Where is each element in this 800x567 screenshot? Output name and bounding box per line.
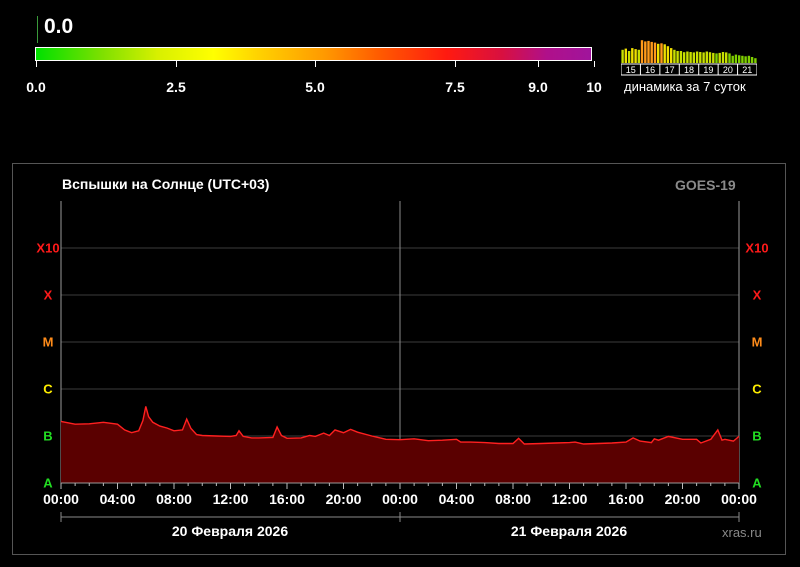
x-tick-label: 00:00 [43, 491, 79, 507]
class-label-right: B [752, 429, 761, 444]
class-label-left: M [43, 335, 54, 350]
class-label-left: X [44, 288, 53, 303]
class-label-left: C [43, 382, 53, 397]
x-tick-label: 08:00 [495, 491, 531, 507]
class-label-left: X10 [36, 241, 59, 256]
chart-title: Вспышки на Солнце (UTC+03) [62, 176, 270, 192]
x-tick-label: 16:00 [269, 491, 305, 507]
source-label[interactable]: xras.ru [722, 525, 762, 540]
x-tick-label: 04:00 [439, 491, 475, 507]
x-tick-label: 00:00 [382, 491, 418, 507]
class-label-right: X10 [745, 241, 768, 256]
x-tick-label: 08:00 [156, 491, 192, 507]
x-tick-label: 16:00 [608, 491, 644, 507]
class-label-left: A [43, 476, 53, 491]
class-label-right: A [752, 476, 762, 491]
x-tick-label: 20:00 [326, 491, 362, 507]
x-tick-label: 04:00 [100, 491, 136, 507]
class-label-right: X [753, 288, 762, 303]
x-tick-label: 12:00 [213, 491, 249, 507]
class-label-right: C [752, 382, 762, 397]
solar-flux-chart: A A B B C C M M X X X10 X10 00:00 04:00 08:00 12:00 16:0… [36, 201, 769, 522]
x-tick-label: 20:00 [665, 491, 701, 507]
class-label-right: M [752, 335, 763, 350]
satellite-label: GOES-19 [675, 177, 736, 193]
class-label-left: B [43, 429, 52, 444]
x-tick-label: 00:00 [721, 491, 757, 507]
date-label-day2: 21 Февраля 2026 [510, 523, 628, 539]
date-label-day1: 20 Февраля 2026 [171, 523, 289, 539]
x-tick-label: 12:00 [552, 491, 588, 507]
